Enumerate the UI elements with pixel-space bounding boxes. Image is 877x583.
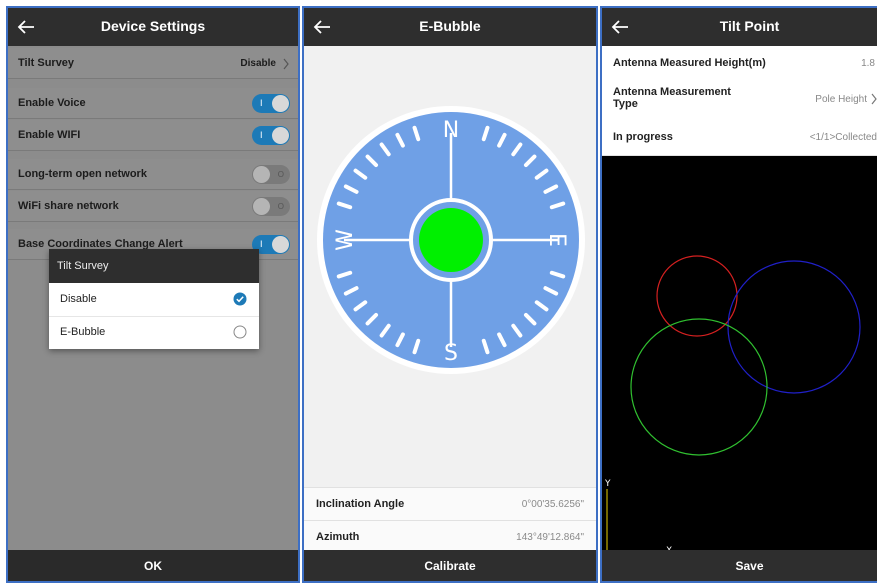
tilt-survey-row[interactable]: Tilt Survey Disable [8, 48, 298, 79]
progress-label: In progress [613, 131, 673, 143]
tilt-point-screen: Tilt Point Antenna Measured Height(m) 1.… [600, 6, 877, 583]
antenna-type-label: Antenna Measurement Type [613, 86, 731, 110]
azimuth-value: 143°49'12.864" [516, 532, 584, 543]
toggle-off-mark: O [277, 202, 284, 211]
toggle-on-mark: I [260, 98, 263, 108]
chevron-right-icon [871, 93, 877, 105]
compass-west-label: W [333, 229, 358, 251]
toggle-on-mark: I [260, 130, 263, 140]
tilt-survey-label: Tilt Survey [18, 57, 75, 69]
enable-voice-row: Enable Voice I [8, 88, 298, 119]
option-label: E-Bubble [60, 326, 106, 338]
tilt-survey-value: Disable [240, 58, 276, 69]
enable-wifi-row: Enable WIFI I [8, 120, 298, 151]
enable-wifi-toggle[interactable]: I [252, 126, 290, 145]
bubble-indicator [419, 208, 483, 272]
antenna-type-row[interactable]: Antenna Measurement Type Pole Height [602, 80, 877, 119]
device-settings-header: Device Settings [8, 8, 298, 46]
inclination-angle-label: Inclination Angle [316, 498, 405, 510]
long-term-open-network-toggle[interactable]: O [252, 165, 290, 184]
toggle-knob [253, 198, 270, 215]
chevron-right-icon [283, 58, 289, 70]
enable-voice-label: Enable Voice [18, 97, 86, 109]
compass-east-label: E [544, 233, 569, 247]
blue-circle [727, 260, 861, 394]
antenna-height-row[interactable]: Antenna Measured Height(m) 1.8 [602, 46, 877, 81]
tilt-survey-dialog: Tilt Survey Disable E-Bubble [49, 249, 259, 349]
toggle-knob [272, 95, 289, 112]
toggle-knob [253, 166, 270, 183]
progress-row: In progress <1/1>Collected [602, 118, 877, 156]
save-button[interactable]: Save [602, 550, 877, 581]
dialog-option-disable[interactable]: Disable [49, 283, 259, 317]
dialog-title: Tilt Survey [57, 260, 109, 272]
enable-voice-toggle[interactable]: I [252, 94, 290, 113]
calibrate-label: Calibrate [424, 559, 476, 573]
toggle-knob [272, 127, 289, 144]
compass-south-label: S [444, 341, 458, 366]
inclination-angle-value: 0°00'35.6256" [521, 499, 584, 510]
azimuth-label: Azimuth [316, 531, 360, 543]
y-axis-label: Y [604, 479, 611, 489]
page-title: Tilt Point [719, 18, 780, 34]
antenna-height-value: 1.8 [861, 58, 875, 69]
antenna-height-label: Antenna Measured Height(m) [613, 57, 766, 69]
dialog-header: Tilt Survey [49, 249, 259, 283]
ok-button[interactable]: OK [8, 550, 298, 581]
calibrate-button[interactable]: Calibrate [304, 550, 596, 581]
toggle-off-mark: O [277, 170, 284, 179]
tilt-point-header: Tilt Point [602, 8, 877, 46]
long-term-open-network-label: Long-term open network [18, 168, 147, 180]
compass-north-label: N [443, 118, 459, 143]
wifi-share-network-toggle[interactable]: O [252, 197, 290, 216]
antenna-type-label-line2: Type [613, 98, 638, 110]
tilt-point-plot: Y X [604, 255, 861, 554]
wifi-share-network-row: WiFi share network O [8, 191, 298, 222]
device-settings-screen: Device Settings Tilt Survey Disable Enab… [6, 6, 300, 583]
option-label: Disable [60, 293, 97, 305]
compass-dial: N S E W [317, 106, 585, 374]
radio-checked-icon[interactable] [233, 292, 247, 306]
enable-wifi-label: Enable WIFI [18, 129, 81, 141]
save-label: Save [735, 559, 764, 573]
azimuth-row: Azimuth 143°49'12.864" [304, 520, 596, 554]
wifi-share-network-label: WiFi share network [18, 200, 119, 212]
page-title: E-Bubble [419, 18, 481, 34]
ebubble-header: E-Bubble [304, 8, 596, 46]
dialog-option-ebubble[interactable]: E-Bubble [49, 316, 259, 349]
long-term-open-network-row: Long-term open network O [8, 159, 298, 190]
ok-label: OK [144, 559, 162, 573]
page-title: Device Settings [100, 18, 206, 34]
toggle-on-mark: I [260, 239, 263, 249]
antenna-type-label-line1: Antenna Measurement [613, 86, 731, 98]
ebubble-screen: E-Bubble N S E W Inclination Angle 0°00'… [302, 6, 598, 583]
progress-value: <1/1>Collected [809, 132, 877, 143]
green-circle [630, 318, 768, 456]
radio-unchecked-icon[interactable] [233, 325, 247, 339]
toggle-knob [272, 236, 289, 253]
antenna-type-value: Pole Height [815, 94, 867, 105]
inclination-angle-row: Inclination Angle 0°00'35.6256" [304, 487, 596, 521]
